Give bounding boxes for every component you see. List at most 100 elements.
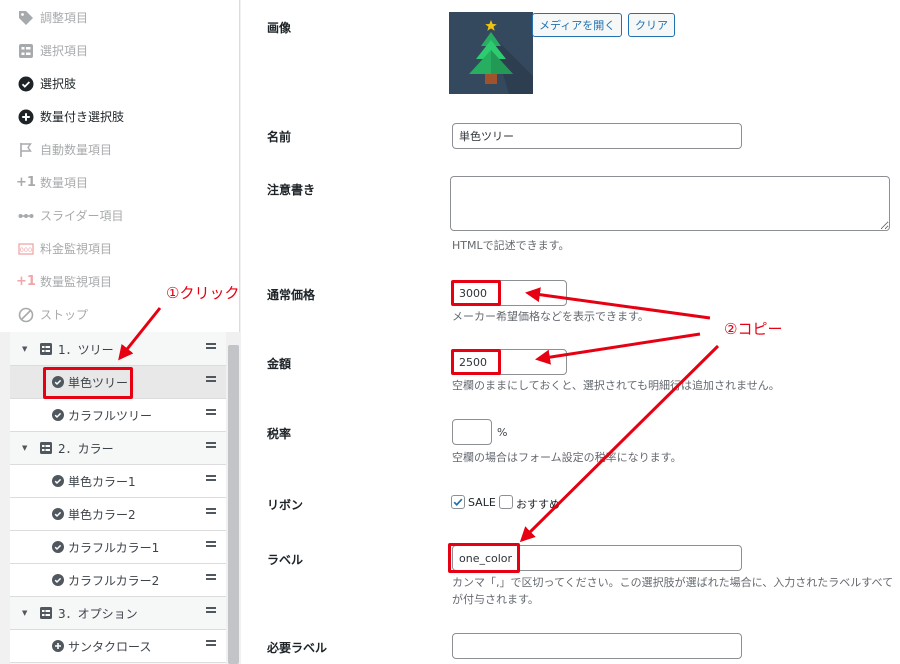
name-field[interactable] [452, 123, 742, 149]
label-label: ラベル [267, 553, 304, 567]
drag-handle-icon[interactable] [206, 541, 216, 551]
clear-button[interactable]: クリア [628, 13, 675, 37]
tree-item-colorful-color-1[interactable]: カラフルカラー1 [10, 531, 226, 564]
tree-item-label: 1．ツリー [58, 342, 114, 357]
label-highlight-box [448, 543, 520, 573]
list-select-icon [18, 43, 34, 59]
check-circle-icon [52, 475, 64, 487]
palette-item-label: 数量項目 [40, 176, 89, 190]
palette-item-label: 自動数量項目 [40, 143, 113, 157]
ribbon-sale-checkbox[interactable] [451, 495, 465, 509]
collapse-toggle-icon[interactable]: ▼ [22, 345, 32, 353]
label-help-text: カンマ「,」で区切ってください。この選択肢が選ばれた場合に、入力されたラベルすべ… [452, 576, 894, 606]
tree-group-tree[interactable]: ▼ 1．ツリー [10, 333, 226, 366]
check-circle-icon [52, 508, 64, 520]
plus-one-icon: +1 [16, 175, 36, 190]
tree-item-label: カラフルツリー [68, 408, 153, 423]
palette-item-label: スライダー項目 [40, 209, 124, 223]
name-label: 名前 [267, 130, 292, 144]
tree-item-colorful-tree[interactable]: カラフルツリー [10, 399, 226, 432]
price-help-text: 空欄のままにしておくと、選択されても明細行は追加されません。 [452, 379, 780, 392]
drag-handle-icon[interactable] [206, 475, 216, 485]
tax-unit: % [497, 426, 508, 439]
palette-item-slider: スライダー項目 [0, 199, 240, 232]
plus-one-icon: +1 [16, 274, 36, 289]
tree-item-colorful-color-2[interactable]: カラフルカラー2 [10, 564, 226, 597]
drag-handle-icon[interactable] [206, 508, 216, 518]
price-label: 金額 [267, 357, 292, 371]
group-icon [40, 607, 52, 619]
collapse-toggle-icon[interactable]: ▼ [22, 609, 32, 617]
required-label-label: 必要ラベル [267, 641, 328, 655]
open-media-button[interactable]: メディアを開く [532, 13, 623, 37]
svg-text:000: 000 [20, 246, 32, 254]
check-circle-icon [52, 574, 64, 586]
tree-thumbnail-image [449, 12, 533, 94]
slider-icon [18, 208, 34, 224]
click-highlight-box [43, 367, 133, 399]
drag-handle-icon[interactable] [206, 409, 216, 419]
palette-item-price-monitor: 000 料金監視項目 [0, 232, 240, 265]
copy-annotation: ②コピー [724, 320, 783, 338]
ribbon-recommend-label: おすすめ [516, 498, 560, 511]
palette-item-label: 調整項目 [40, 11, 89, 25]
group-icon [40, 343, 52, 355]
tree-item-label: 2．カラー [58, 441, 114, 456]
tree-group-color[interactable]: ▼ 2．カラー [10, 432, 226, 465]
tree-group-option[interactable]: ▼ 3．オプション [10, 597, 226, 630]
stop-icon [18, 307, 34, 323]
ribbon-recommend-checkbox[interactable] [499, 495, 513, 509]
plus-circle-icon [52, 640, 64, 652]
drag-handle-icon[interactable] [206, 442, 216, 452]
tree-item-label: 単色カラー2 [68, 507, 136, 522]
tree-item-label: サンタクロース [68, 639, 152, 654]
tree-scrollbar[interactable] [228, 345, 239, 664]
group-icon [40, 442, 52, 454]
drag-handle-icon[interactable] [206, 574, 216, 584]
click-annotation: ①クリック [166, 284, 240, 302]
check-icon [453, 498, 463, 506]
tree-item-label: 3．オプション [58, 606, 138, 621]
notes-label: 注意書き [267, 183, 316, 197]
regular-price-help-text: メーカー希望価格などを表示できます。 [452, 310, 649, 323]
ribbon-label: リボン [267, 498, 304, 512]
regular-price-label: 通常価格 [267, 288, 316, 302]
ribbon-sale-label: SALE [468, 496, 496, 509]
palette-item-label: 選択項目 [40, 44, 89, 58]
tree-item-label: カラフルカラー1 [68, 540, 160, 555]
collapse-toggle-icon[interactable]: ▼ [22, 444, 32, 452]
palette-item-label: 数量付き選択肢 [40, 110, 125, 124]
palette-item-option-with-quantity[interactable]: 数量付き選択肢 [0, 100, 240, 133]
tag-icon [18, 10, 34, 26]
palette-item-label: 選択肢 [40, 77, 77, 91]
palette-item-adjust: 調整項目 [0, 1, 240, 34]
check-circle-icon [52, 409, 64, 421]
palette-item-label: 料金監視項目 [40, 242, 113, 256]
tree-item-label: カラフルカラー2 [68, 573, 160, 588]
notes-help-text: HTMLで記述できます。 [452, 239, 570, 252]
tax-rate-field[interactable] [452, 419, 492, 445]
drag-handle-icon[interactable] [206, 607, 216, 617]
palette-item-label: 数量監視項目 [40, 275, 113, 289]
image-label: 画像 [267, 21, 292, 35]
required-label-field[interactable] [452, 633, 742, 659]
check-circle-icon [18, 76, 34, 92]
plus-circle-icon [18, 109, 34, 125]
palette-item-quantity: +1 数量項目 [0, 166, 240, 199]
item-settings-form: 画像 メディアを開く クリア 名前 注意書き HTMLで記述できます。 通常価格… [241, 0, 900, 664]
regular-price-highlight-box [451, 280, 501, 306]
palette-item-option[interactable]: 選択肢 [0, 67, 240, 100]
tax-help-text: 空欄の場合はフォーム設定の税率になります。 [452, 451, 682, 464]
notes-textarea[interactable] [450, 176, 890, 231]
palette-item-label: ストップ [40, 308, 89, 322]
tree-item-single-color-1[interactable]: 単色カラー1 [10, 465, 226, 498]
drag-handle-icon[interactable] [206, 343, 216, 353]
tree-item-single-color-2[interactable]: 単色カラー2 [10, 498, 226, 531]
tree-item-santa-claus[interactable]: サンタクロース [10, 630, 226, 663]
tree-item-label: 単色カラー1 [68, 474, 136, 489]
check-circle-icon [52, 541, 64, 553]
palette-item-select: 選択項目 [0, 34, 240, 67]
drag-handle-icon[interactable] [206, 640, 216, 650]
palette-item-auto-quantity: 自動数量項目 [0, 133, 240, 166]
drag-handle-icon[interactable] [206, 376, 216, 386]
